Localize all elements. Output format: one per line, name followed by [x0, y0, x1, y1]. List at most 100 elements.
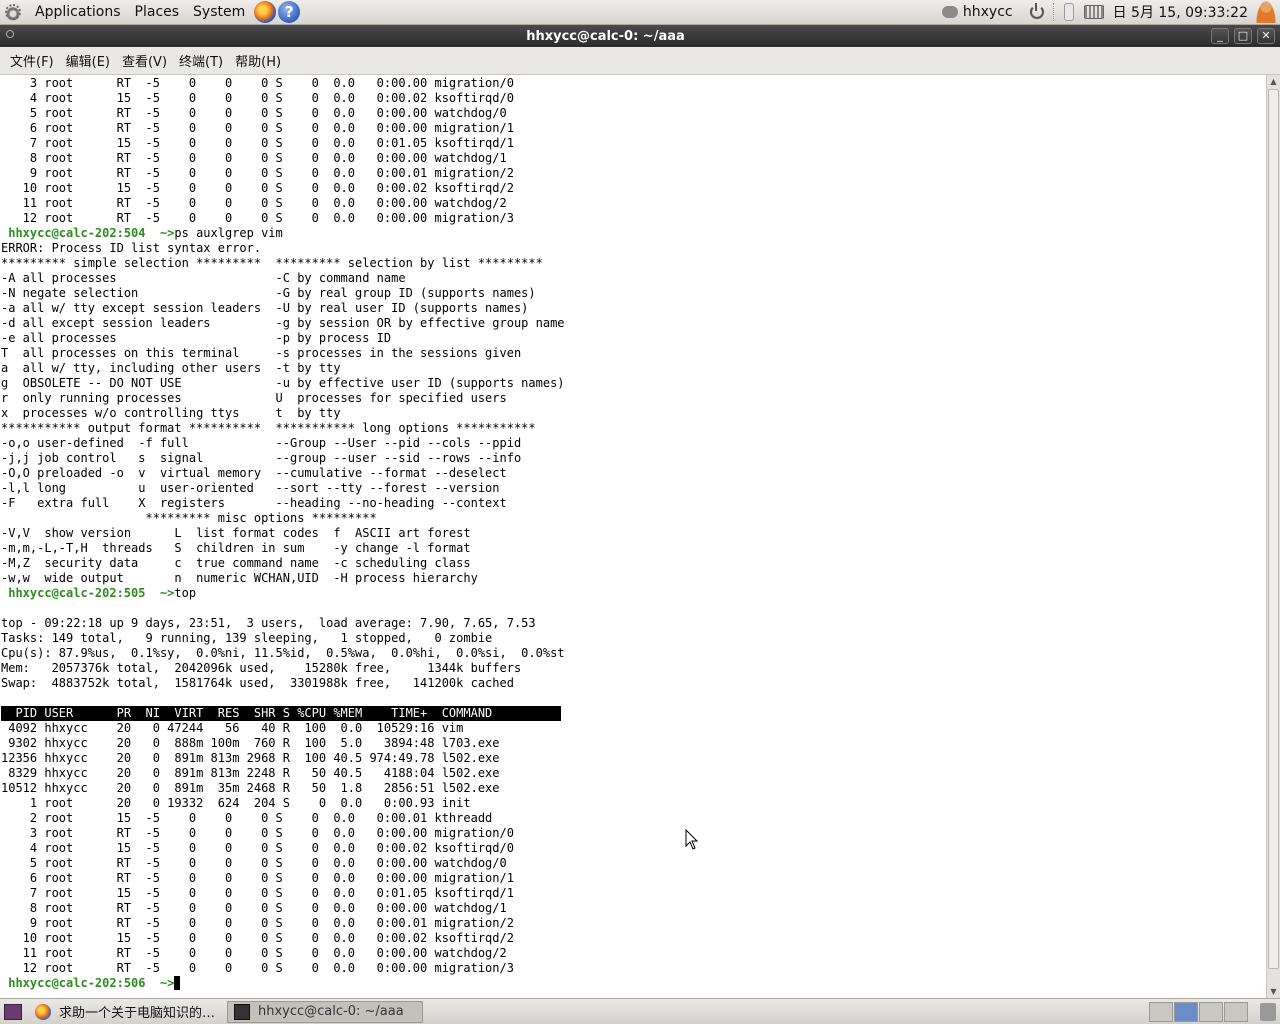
terminal-line: 6 root RT -5 0 0 0 S 0 0.0 0:00.00 migra… — [1, 121, 514, 135]
terminal-line: 8 root RT -5 0 0 0 S 0 0.0 0:00.00 watch… — [1, 901, 507, 915]
terminal-line: 9 root RT -5 0 0 0 S 0 0.0 0:00.01 migra… — [1, 916, 514, 930]
terminal-line: T all processes on this terminal -s proc… — [1, 346, 522, 360]
shell-prompt: hhxycc@calc-202:506 ~> — [1, 976, 175, 990]
menu-system[interactable]: System — [186, 0, 252, 25]
terminal-line: Mem: 2057376k total, 2042096k used, 1528… — [1, 661, 522, 675]
show-desktop-icon[interactable] — [4, 1003, 22, 1020]
shell-prompt-line: hhxycc@calc-202:504 ~>ps auxlgrep vim — [1, 226, 1266, 241]
taskbar-item-label: hhxycc@calc-0: ~/aaa — [258, 1004, 404, 1019]
terminal-line: 10 root 15 -5 0 0 0 S 0 0.0 0:00.02 ksof… — [1, 181, 514, 195]
terminal-line: a all w/ tty, including other users -t b… — [1, 361, 341, 375]
scrollbar-thumb[interactable] — [1268, 89, 1279, 969]
workspace-1[interactable] — [1149, 1001, 1173, 1022]
terminal-line: top - 09:22:18 up 9 days, 23:51, 3 users… — [1, 616, 536, 630]
scroll-down-arrow-icon[interactable]: ▼ — [1267, 985, 1280, 998]
menu-help[interactable]: 帮助(H) — [229, 51, 287, 70]
terminal-line: 5 root RT -5 0 0 0 S 0 0.0 0:00.00 watch… — [1, 856, 507, 870]
window-titlebar[interactable]: hhxycc@calc-0: ~/aaa _ □ ✕ — [0, 25, 1280, 47]
terminal-line: 8329 hhxycc 20 0 891m 813m 2248 R 50 40.… — [1, 766, 500, 780]
menu-view[interactable]: 查看(V) — [116, 51, 173, 70]
menu-applications[interactable]: Applications — [28, 0, 128, 25]
terminal-line: *********** output format ********** ***… — [1, 421, 536, 435]
terminal-line: 1 root 20 0 19332 624 204 S 0 0.0 0:00.9… — [1, 796, 471, 810]
workspace-switcher — [1148, 1001, 1248, 1022]
terminal-line: 12 root RT -5 0 0 0 S 0 0.0 0:00.00 migr… — [1, 211, 514, 225]
menu-file[interactable]: 文件(F) — [4, 51, 60, 70]
trash-icon[interactable] — [1260, 1002, 1276, 1021]
shell-command: top — [174, 586, 197, 600]
window-title: hhxycc@calc-0: ~/aaa — [526, 28, 685, 44]
terminal-line: ERROR: Process ID list syntax error. — [1, 241, 262, 255]
workspace-3[interactable] — [1199, 1001, 1223, 1022]
workspace-4[interactable] — [1224, 1001, 1248, 1022]
top-table-header: PID USER PR NI VIRT RES SHR S %CPU %MEM … — [1, 706, 1266, 721]
username-label[interactable]: hhxycc — [963, 4, 1013, 20]
keyboard-icon[interactable] — [1083, 5, 1104, 19]
shell-prompt: hhxycc@calc-202:504 ~> — [1, 226, 175, 240]
terminal-menubar: 文件(F) 编辑(E) 查看(V) 终端(T) 帮助(H) — [0, 47, 1280, 75]
top-panel: Applications Places System ? hhxycc 日 5月… — [0, 0, 1280, 25]
terminal-line: -F extra full X registers --heading --no… — [1, 496, 507, 510]
terminal-line: -a all w/ tty except session leaders -U … — [1, 301, 529, 315]
terminal-line: 8 root RT -5 0 0 0 S 0 0.0 0:00.00 watch… — [1, 151, 507, 165]
help-launcher-icon[interactable]: ? — [278, 1, 301, 23]
top-table-header-text: PID USER PR NI VIRT RES SHR S %CPU %MEM … — [1, 706, 561, 721]
terminal-text: 3 root RT -5 0 0 0 S 0 0.0 0:00.00 migra… — [0, 75, 1266, 991]
terminal-line: 12 root RT -5 0 0 0 S 0 0.0 0:00.00 migr… — [1, 961, 514, 975]
terminal-line: 10 root 15 -5 0 0 0 S 0 0.0 0:00.02 ksof… — [1, 931, 514, 945]
terminal-line: -j,j job control s signal --group --user… — [1, 451, 522, 465]
terminal-line: 4 root 15 -5 0 0 0 S 0 0.0 0:00.02 ksoft… — [1, 841, 514, 855]
bottom-panel: 求助一个关于电脑知识的… hhxycc@calc-0: ~/aaa — [0, 998, 1280, 1024]
terminal-line: 9 root RT -5 0 0 0 S 0 0.0 0:00.01 migra… — [1, 166, 514, 180]
terminal-line: -l,l long u user-oriented --sort --tty -… — [1, 481, 500, 495]
user-switcher-icon[interactable] — [1256, 1, 1276, 23]
menu-places[interactable]: Places — [128, 0, 187, 25]
terminal-line: 11 root RT -5 0 0 0 S 0 0.0 0:00.00 watc… — [1, 946, 507, 960]
window-menu-icon[interactable] — [6, 30, 14, 38]
applications-menu[interactable]: Applications — [0, 0, 128, 25]
close-button[interactable]: ✕ — [1257, 28, 1275, 44]
terminal-line: -m,m,-L,-T,H threads S children in sum -… — [1, 541, 471, 555]
shell-prompt-line: hhxycc@calc-202:505 ~>top — [1, 586, 1266, 601]
terminal-line: ********* simple selection ********* ***… — [1, 256, 543, 270]
terminal-line: 7 root 15 -5 0 0 0 S 0 0.0 0:01.05 ksoft… — [1, 886, 514, 900]
minimize-button[interactable]: _ — [1211, 28, 1229, 44]
terminal-line: 7 root 15 -5 0 0 0 S 0 0.0 0:01.05 ksoft… — [1, 136, 514, 150]
shell-command: ps auxlgrep vim — [174, 226, 283, 240]
gnome-foot-icon — [4, 3, 22, 21]
scroll-up-arrow-icon[interactable]: ▲ — [1267, 75, 1280, 88]
menu-edit[interactable]: 编辑(E) — [60, 51, 116, 70]
terminal-output[interactable]: 3 root RT -5 0 0 0 S 0 0.0 0:00.00 migra… — [0, 75, 1266, 998]
chat-status-icon[interactable] — [941, 6, 958, 18]
terminal-line: 4 root 15 -5 0 0 0 S 0 0.0 0:00.02 ksoft… — [1, 91, 514, 105]
terminal-line: 6 root RT -5 0 0 0 S 0 0.0 0:00.00 migra… — [1, 871, 514, 885]
firefox-launcher-icon[interactable] — [254, 1, 277, 23]
terminal-icon — [234, 1003, 250, 1020]
terminal-line: -N negate selection -G by real group ID … — [1, 286, 536, 300]
terminal-line: Swap: 4883752k total, 1581764k used, 330… — [1, 676, 514, 690]
terminal-line: -o,o user-defined -f full --Group --User… — [1, 436, 522, 450]
panel-tray: hhxycc 日 5月 15, 09:33:22 — [937, 0, 1280, 25]
terminal-line: 12356 hhxycc 20 0 891m 813m 2968 R 100 4… — [1, 751, 500, 765]
maximize-button[interactable]: □ — [1234, 28, 1252, 44]
taskbar-item-terminal[interactable]: hhxycc@calc-0: ~/aaa — [227, 1000, 423, 1023]
terminal-line: r only running processes U processes for… — [1, 391, 507, 405]
power-icon[interactable] — [1029, 3, 1044, 19]
taskbar-item-firefox[interactable]: 求助一个关于电脑知识的… — [28, 1001, 224, 1023]
terminal-line: -O,O preloaded -o v virtual memory --cum… — [1, 466, 507, 480]
clock[interactable]: 日 5月 15, 09:33:22 — [1113, 2, 1248, 22]
terminal-line: -V,V show version L list format codes f … — [1, 526, 471, 540]
terminal-line: 3 root RT -5 0 0 0 S 0 0.0 0:00.00 migra… — [1, 76, 514, 90]
network-icon[interactable] — [1063, 3, 1074, 21]
terminal-line: -A all processes -C by command name — [1, 271, 406, 285]
terminal-line: 11 root RT -5 0 0 0 S 0 0.0 0:00.00 watc… — [1, 196, 507, 210]
terminal-line: 10512 hhxycc 20 0 891m 35m 2468 R 50 1.8… — [1, 781, 500, 795]
terminal-scrollbar[interactable]: ▲ ▼ — [1266, 75, 1280, 998]
terminal-line: 2 root 15 -5 0 0 0 S 0 0.0 0:00.01 kthre… — [1, 811, 493, 825]
menu-terminal[interactable]: 终端(T) — [173, 51, 229, 70]
text-cursor — [174, 976, 181, 990]
workspace-2[interactable] — [1174, 1001, 1198, 1022]
terminal-line: -e all processes -p by process ID — [1, 331, 392, 345]
